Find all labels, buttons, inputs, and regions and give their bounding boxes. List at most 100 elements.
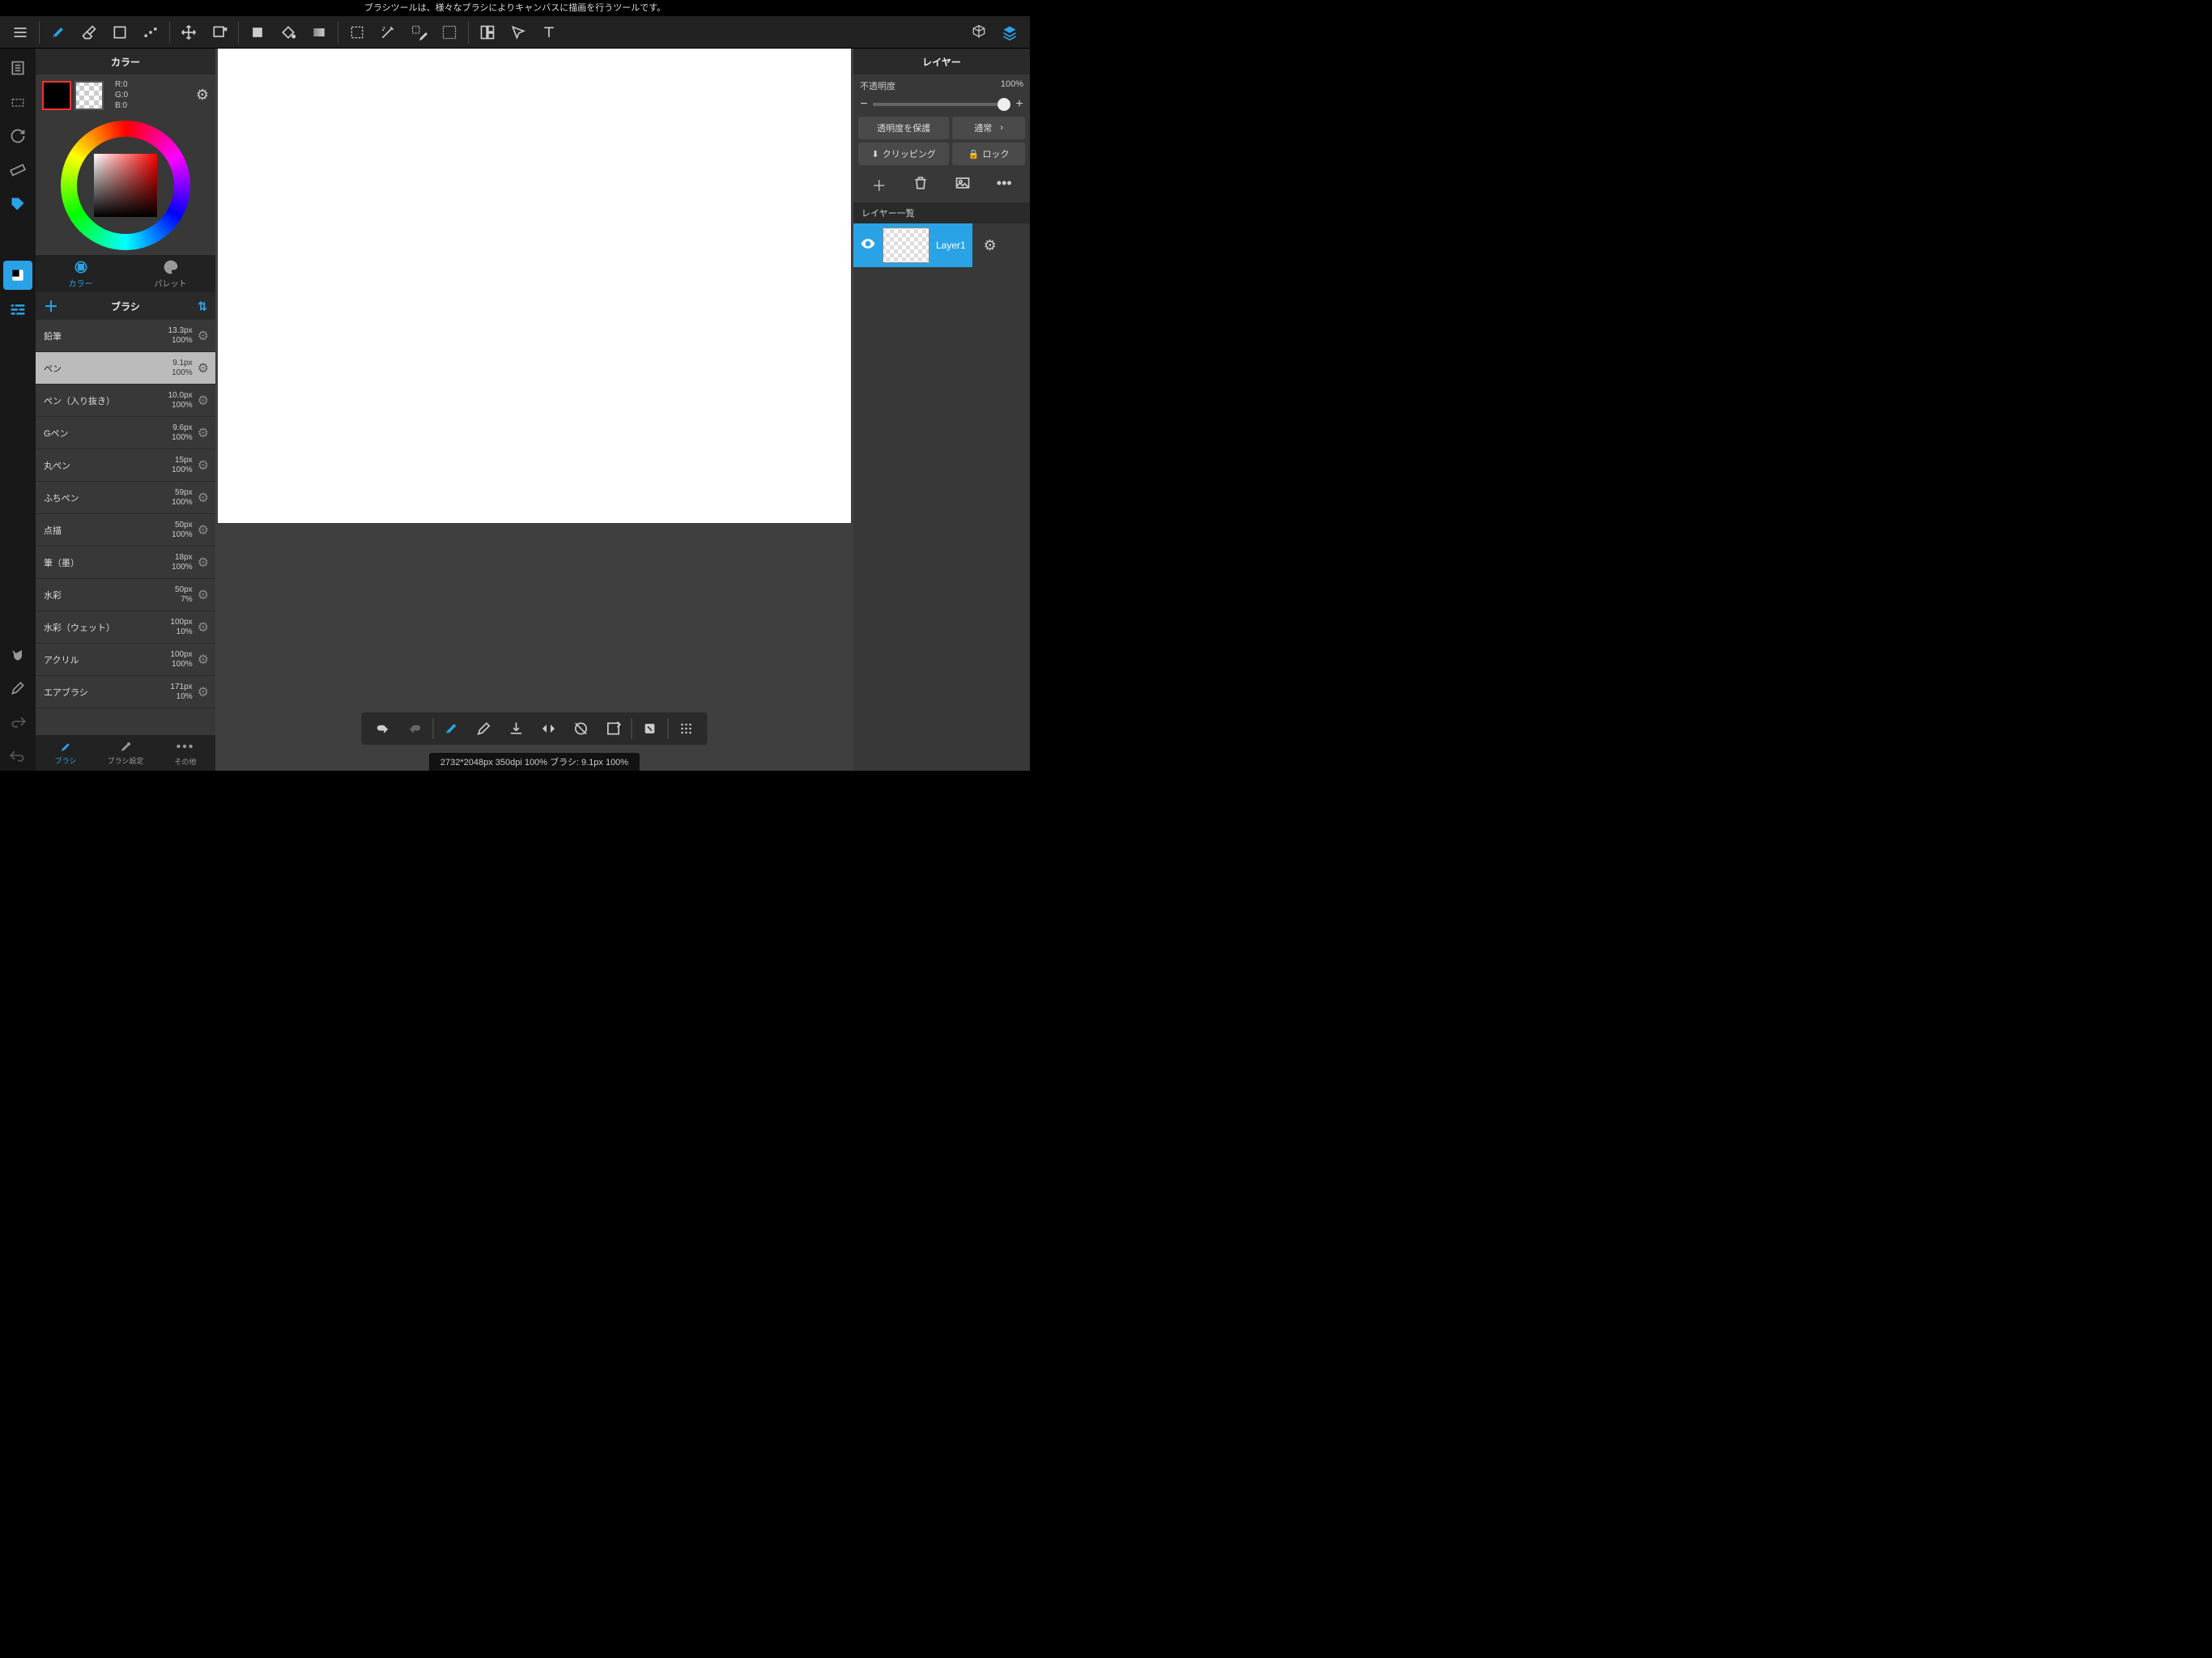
opacity-slider[interactable]: − + <box>853 97 1030 117</box>
brush-name: Gペン <box>44 427 172 440</box>
lock-button[interactable]: 🔒ロック <box>952 142 1025 165</box>
clipping-button[interactable]: ⬇クリッピング <box>858 142 949 165</box>
dot-tool-icon[interactable] <box>135 17 166 48</box>
ruler-icon[interactable] <box>3 155 32 185</box>
brush-values: 9.1px100% <box>172 359 193 378</box>
background-swatch[interactable] <box>74 81 104 110</box>
brush-gear-icon[interactable]: ⚙ <box>198 555 209 571</box>
color-panel-title: カラー <box>36 49 215 74</box>
brush-item[interactable]: 丸ペン 15px100% ⚙ <box>36 449 215 482</box>
save-icon[interactable] <box>500 713 533 744</box>
opacity-plus[interactable]: + <box>1015 97 1023 112</box>
gradient-tool-icon[interactable] <box>304 17 334 48</box>
add-brush-icon[interactable]: ＋ <box>44 295 58 317</box>
tab-brush-settings[interactable]: ブラシ設定 <box>96 735 155 771</box>
more-layer-icon[interactable]: ••• <box>990 175 1018 196</box>
image-layer-icon[interactable] <box>949 175 976 196</box>
color-settings-icon[interactable]: ⚙ <box>196 87 209 104</box>
brush-values: 9.6px100% <box>172 423 193 443</box>
magic-wand-icon[interactable] <box>372 17 403 48</box>
brush-item[interactable]: 筆（墨） 18px100% ⚙ <box>36 546 215 579</box>
layer-visibility-icon[interactable] <box>860 236 876 256</box>
brush-gear-icon[interactable]: ⚙ <box>198 490 209 506</box>
move-tool-icon[interactable] <box>173 17 204 48</box>
brush-gear-icon[interactable]: ⚙ <box>198 457 209 474</box>
sliders-icon[interactable] <box>3 295 32 324</box>
brush-gear-icon[interactable]: ⚙ <box>198 619 209 636</box>
brush-item[interactable]: 水彩（ウェット） 100px10% ⚙ <box>36 611 215 644</box>
select-erase-icon[interactable] <box>434 17 465 48</box>
tab-other[interactable]: ••• その他 <box>155 735 215 771</box>
layer-clear-icon[interactable] <box>598 713 630 744</box>
redo-icon[interactable] <box>3 708 32 737</box>
delete-layer-icon[interactable] <box>907 175 934 196</box>
layers-icon[interactable] <box>994 17 1025 48</box>
brush-item[interactable]: ペン 9.1px100% ⚙ <box>36 352 215 385</box>
rotate-cw-icon[interactable] <box>565 713 598 744</box>
brush-gear-icon[interactable]: ⚙ <box>198 360 209 376</box>
brush-gear-icon[interactable]: ⚙ <box>198 522 209 538</box>
fill-tool-icon[interactable] <box>242 17 273 48</box>
eyedropper-icon[interactable] <box>3 674 32 703</box>
select-rect-icon[interactable] <box>342 17 372 48</box>
undo-icon[interactable] <box>3 742 32 771</box>
flip-icon[interactable] <box>533 713 565 744</box>
panel-tool-icon[interactable] <box>472 17 503 48</box>
brush-item[interactable]: アクリル 100px100% ⚙ <box>36 644 215 676</box>
brush-gear-icon[interactable]: ⚙ <box>198 393 209 409</box>
brush-item[interactable]: 点描 50px100% ⚙ <box>36 514 215 546</box>
protect-alpha-button[interactable]: 透明度を保護 <box>858 117 949 139</box>
bucket-tool-icon[interactable] <box>273 17 304 48</box>
tag-icon[interactable] <box>3 189 32 219</box>
hand-tool-icon[interactable] <box>3 640 32 669</box>
3d-icon[interactable] <box>963 17 994 48</box>
select-brush-icon[interactable] <box>403 17 434 48</box>
add-layer-icon[interactable]: ＋ <box>866 175 893 196</box>
brush-gear-icon[interactable]: ⚙ <box>198 684 209 700</box>
transform-tool-icon[interactable] <box>204 17 235 48</box>
layer-panel: レイヤー 不透明度 100% − + 透明度を保護 通常› ⬇クリッピング 🔒ロ… <box>853 49 1030 771</box>
canvas[interactable] <box>218 49 851 523</box>
brush-gear-icon[interactable]: ⚙ <box>198 425 209 441</box>
brush-item[interactable]: エアブラシ 171px10% ⚙ <box>36 676 215 708</box>
opacity-minus[interactable]: − <box>860 97 868 112</box>
layer-settings-icon[interactable]: ⚙ <box>972 223 1008 267</box>
tab-color[interactable]: カラー <box>36 255 125 292</box>
brush-gear-icon[interactable]: ⚙ <box>198 328 209 344</box>
brush-quick-icon[interactable] <box>436 713 468 744</box>
selection-icon[interactable] <box>3 87 32 117</box>
color-picker[interactable] <box>36 116 215 255</box>
undo-button[interactable] <box>367 713 399 744</box>
brush-gear-icon[interactable]: ⚙ <box>198 652 209 668</box>
menu-icon[interactable] <box>5 17 36 48</box>
sort-brush-icon[interactable]: ⇅ <box>198 300 207 313</box>
reference-icon[interactable] <box>3 53 32 83</box>
brush-item[interactable]: 鉛筆 13.3px100% ⚙ <box>36 320 215 352</box>
brush-gear-icon[interactable]: ⚙ <box>198 587 209 603</box>
blend-mode-button[interactable]: 通常› <box>952 117 1025 139</box>
brush-values: 171px10% <box>170 682 192 702</box>
canvas-area: 2732*2048px 350dpi 100% ブラシ: 9.1px 100% <box>215 49 853 771</box>
layer-row[interactable]: Layer1 <box>853 223 972 267</box>
brush-item[interactable]: ペン（入り抜き） 10.0px100% ⚙ <box>36 385 215 417</box>
grid-icon[interactable] <box>670 713 703 744</box>
shape-tool-icon[interactable] <box>104 17 135 48</box>
brush-tool-icon[interactable] <box>43 17 74 48</box>
text-tool-icon[interactable] <box>534 17 564 48</box>
brush-item[interactable]: Gペン 9.6px100% ⚙ <box>36 417 215 449</box>
foreground-swatch[interactable] <box>42 81 71 110</box>
color-panel-toggle-icon[interactable] <box>3 261 32 290</box>
rotate-icon[interactable] <box>3 121 32 151</box>
tab-palette[interactable]: パレット <box>125 255 215 292</box>
redo-button[interactable] <box>399 713 432 744</box>
eraser-tool-icon[interactable] <box>74 17 104 48</box>
fullscreen-icon[interactable] <box>634 713 666 744</box>
brush-item[interactable]: 水彩 50px7% ⚙ <box>36 579 215 611</box>
tab-brush[interactable]: ブラシ <box>36 735 96 771</box>
operation-tool-icon[interactable] <box>503 17 534 48</box>
brush-item[interactable]: ふちペン 59px100% ⚙ <box>36 482 215 514</box>
layer-thumbnail <box>883 227 929 263</box>
brush-name: ペン（入り抜き） <box>44 394 168 407</box>
lock-icon: 🔒 <box>968 149 980 159</box>
eyedropper-quick-icon[interactable] <box>468 713 500 744</box>
